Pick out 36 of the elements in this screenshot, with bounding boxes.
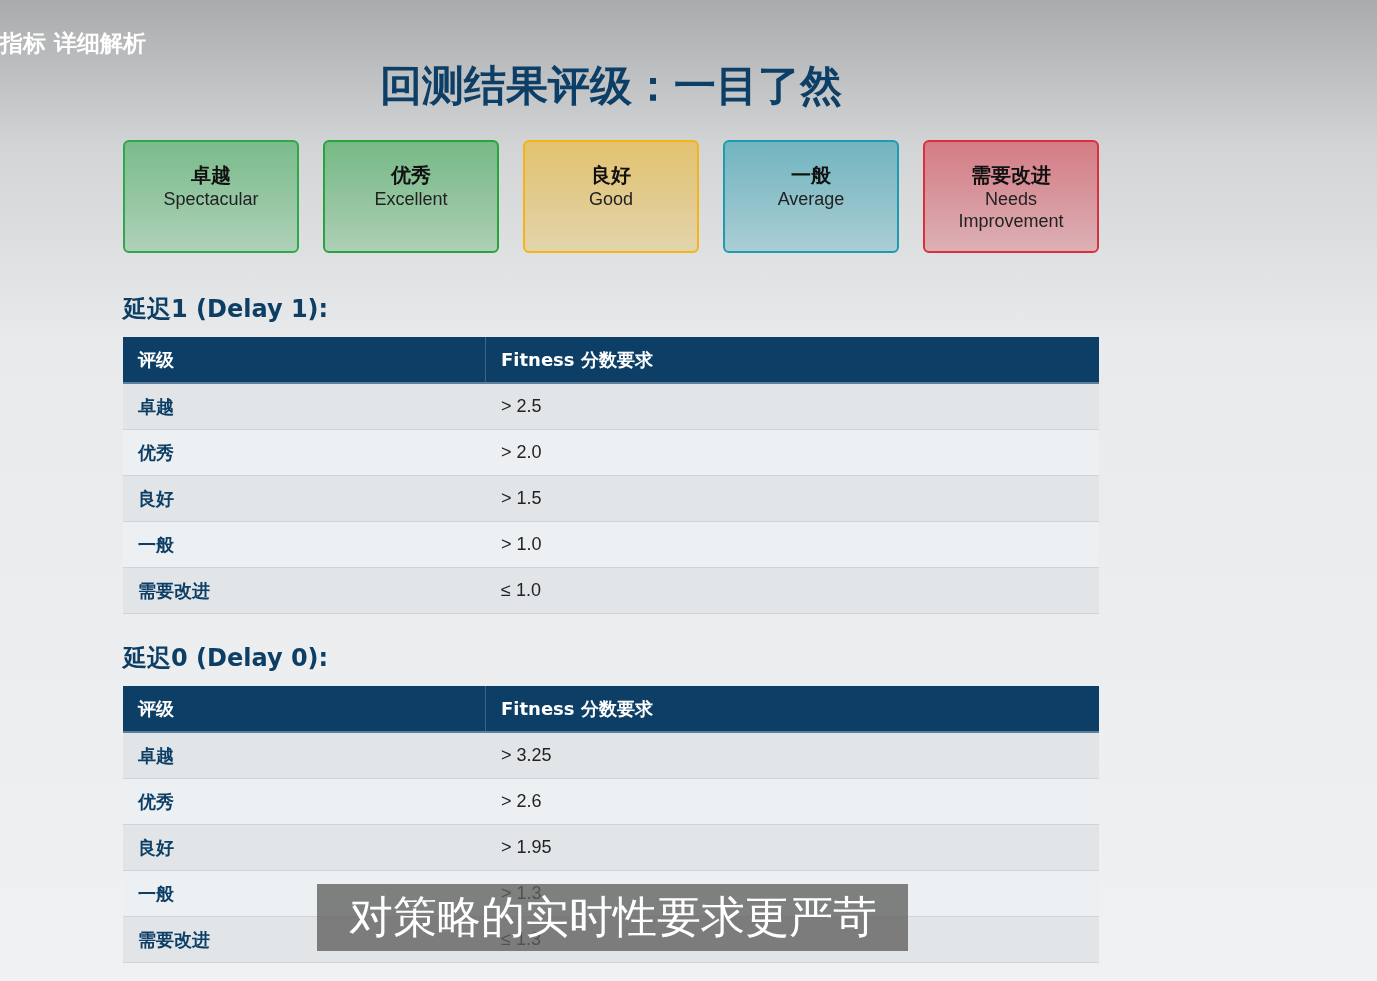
grade-english-name: Excellent xyxy=(374,188,448,210)
grade-english-name: Needs Improvement xyxy=(957,188,1065,232)
grade-name: 一般 xyxy=(791,162,831,188)
column-header: 评级 xyxy=(123,337,486,382)
grade-name: 需要改进 xyxy=(971,162,1051,188)
column-header: Fitness 分数要求 xyxy=(500,696,654,721)
column-header: Fitness 分数要求 xyxy=(500,347,654,372)
grade-english-name: Average xyxy=(777,188,845,210)
grade-text: 一般 xyxy=(138,532,174,557)
grade-text: 一般 xyxy=(138,881,174,906)
grade-name: 优秀 xyxy=(391,162,431,188)
grade-english-name: Good xyxy=(588,188,633,210)
grade-text: 优秀 xyxy=(138,789,174,814)
requirement-text: > 2.0 xyxy=(501,442,542,463)
column-header: 评级 xyxy=(123,686,486,731)
requirement-text: ≤ 1.0 xyxy=(501,580,541,601)
grade-text: 需要改进 xyxy=(138,578,210,603)
requirement-text: > 1.5 xyxy=(501,488,542,509)
grade-text: 良好 xyxy=(138,486,174,511)
grade-name: 良好 xyxy=(591,162,631,188)
slide-title: 回测结果评级：一目了然 xyxy=(380,60,842,112)
requirement-text: > 2.5 xyxy=(501,396,542,417)
grade-name: 卓越 xyxy=(191,162,231,188)
section-heading: 延迟1 (Delay 1): xyxy=(123,294,330,325)
grade-text: 需要改进 xyxy=(138,927,210,952)
requirement-text: > 3.25 xyxy=(501,745,552,766)
requirement-text: > 1.0 xyxy=(501,534,542,555)
chapter-label: 指标 详细解析 xyxy=(0,29,146,58)
section-heading: 延迟0 (Delay 0): xyxy=(123,643,330,674)
grade-text: 良好 xyxy=(138,835,174,860)
grade-english-name: Spectacular xyxy=(163,188,259,210)
grade-text: 卓越 xyxy=(138,743,174,768)
grade-text: 卓越 xyxy=(138,394,174,419)
grade-text: 优秀 xyxy=(138,440,174,465)
requirement-text: > 2.6 xyxy=(501,791,542,812)
requirement-text: > 1.95 xyxy=(501,837,552,858)
